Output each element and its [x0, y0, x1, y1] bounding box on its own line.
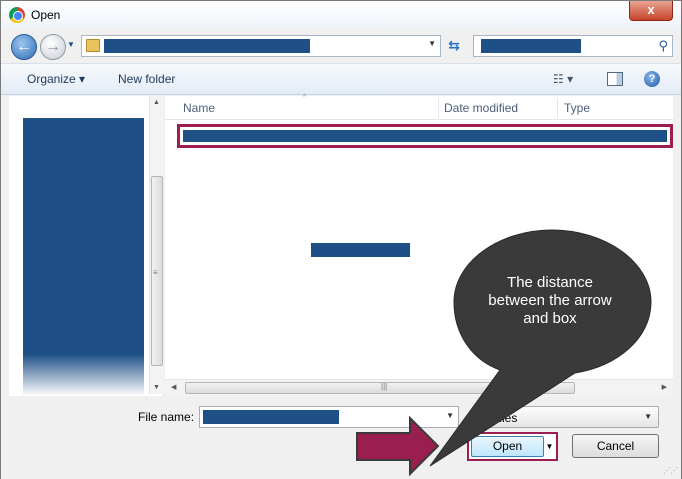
organize-button[interactable]: Organize ▾ [27, 72, 85, 86]
file-type-select[interactable]: Files ▼ [477, 406, 659, 428]
change-view-button[interactable]: ☷ ▾ [553, 72, 573, 86]
file-name-value-redacted [203, 410, 339, 424]
column-name[interactable]: Name [183, 101, 215, 115]
scroll-down-icon[interactable]: ▼ [153, 384, 160, 391]
address-path-redacted [104, 39, 310, 53]
navigation-pane: ▲ ≡ ▼ [9, 96, 164, 396]
scroll-up-icon[interactable]: ▲ [153, 99, 160, 106]
column-date-modified[interactable]: Date modified [444, 101, 518, 115]
resize-grip-icon[interactable]: ⋰⋰ [663, 466, 678, 475]
horizontal-scrollbar[interactable]: ◀ ||| ▶ [165, 379, 673, 396]
highlighted-file-row[interactable] [177, 124, 673, 148]
scroll-left-icon[interactable]: ◀ [171, 383, 176, 391]
open-options-dropdown[interactable]: ▼ [545, 436, 554, 457]
file-list: ^ Name Date modified Type ◀ ||| ▶ [165, 94, 673, 396]
file-type-value: Files [492, 411, 518, 425]
open-button[interactable]: Open [471, 436, 544, 457]
scroll-grip-icon: ≡ [153, 268, 158, 277]
search-text-redacted [481, 39, 581, 53]
scroll-right-icon[interactable]: ▶ [662, 383, 667, 391]
open-button-highlight: Open ▼ [467, 432, 558, 461]
command-toolbar: Organize ▾ New folder ☷ ▾ ? [1, 63, 681, 95]
back-button[interactable]: ← [11, 34, 37, 60]
file-name-dropdown-icon[interactable]: ▼ [446, 411, 454, 420]
chevron-down-icon[interactable]: ▼ [644, 412, 652, 421]
help-icon[interactable]: ? [644, 71, 660, 87]
folder-icon [86, 39, 100, 52]
open-file-dialog: Open x ← → ▼ ▼ ⇆ ⚲ Organize ▾ New folder… [0, 0, 682, 479]
redacted-text-block [311, 243, 410, 257]
address-dropdown-icon[interactable]: ▼ [428, 39, 436, 48]
address-row: ← → ▼ ▼ ⇆ ⚲ [1, 29, 681, 63]
folder-tree-redacted[interactable] [23, 118, 144, 396]
close-button[interactable]: x [629, 1, 673, 21]
column-divider[interactable] [438, 98, 439, 118]
address-bar[interactable]: ▼ [81, 35, 441, 57]
preview-pane-icon[interactable] [607, 72, 623, 86]
search-input[interactable]: ⚲ [473, 35, 673, 57]
bottom-bar: File name: ▼ Files ▼ Open ▼ Cancel ⋰⋰ [1, 396, 681, 479]
recent-locations-dropdown[interactable]: ▼ [67, 40, 75, 49]
file-name-redacted [183, 130, 667, 142]
refresh-button[interactable]: ⇆ [443, 35, 465, 57]
column-type[interactable]: Type [564, 101, 590, 115]
dialog-title: Open [31, 8, 61, 22]
forward-button[interactable]: → [40, 34, 66, 60]
navigation-scrollbar[interactable]: ▲ ≡ ▼ [149, 96, 164, 394]
column-headers: ^ Name Date modified Type [165, 94, 673, 120]
search-icon[interactable]: ⚲ [658, 38, 668, 54]
new-folder-button[interactable]: New folder [118, 72, 175, 86]
chrome-icon [9, 7, 25, 23]
title-bar: Open x [1, 1, 681, 29]
file-name-label: File name: [138, 410, 195, 424]
scroll-grip-icon: ||| [381, 382, 388, 391]
callout-text: The distance between the arrow and box [488, 274, 612, 327]
sort-indicator-icon: ^ [303, 94, 307, 101]
scroll-thumb[interactable]: ||| [185, 382, 575, 394]
column-divider[interactable] [557, 98, 558, 118]
cancel-button[interactable]: Cancel [572, 434, 659, 458]
file-name-input[interactable]: ▼ [199, 406, 459, 428]
